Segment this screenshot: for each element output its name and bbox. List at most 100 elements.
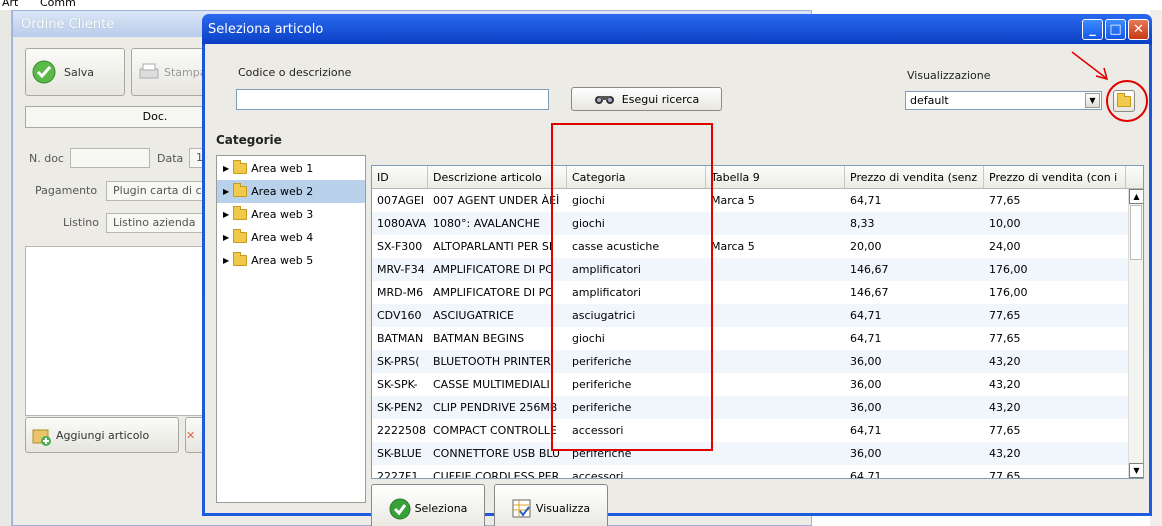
cell-table9 <box>706 465 845 478</box>
background-strip <box>0 10 12 526</box>
cell-description: ALTOPARLANTI PER SI <box>433 240 553 253</box>
scroll-up-icon[interactable]: ▲ <box>1129 189 1143 204</box>
view-select[interactable]: default ▼ <box>905 91 1102 110</box>
doc-number-field[interactable] <box>70 148 150 168</box>
column-header-table9[interactable]: Tabella 9 <box>706 166 845 188</box>
tree-item-area-web-2[interactable]: ▶ Area web 2 <box>217 180 365 203</box>
table-row[interactable]: 2222508 COMPACT CONTROLLE accessori 64,71 77… <box>372 419 1143 442</box>
cell-id: MRV-F34 <box>377 263 425 276</box>
cell-price-net: 64,71 <box>850 332 882 345</box>
cell-price-gross: 43,20 <box>989 355 1021 368</box>
print-button[interactable]: Stampa <box>131 48 211 96</box>
cell-table9 <box>706 281 845 304</box>
table-header: ID Descrizione articolo Categoria Tabell… <box>372 166 1143 189</box>
search-input[interactable] <box>236 89 549 110</box>
view-label: Visualizzazione <box>907 69 991 82</box>
tree-item-area-web-4[interactable]: ▶ Area web 4 <box>217 226 365 249</box>
payment-field[interactable]: Plugin carta di c <box>106 181 211 201</box>
chevron-down-icon[interactable]: ▼ <box>1085 93 1100 108</box>
cell-price-net: 64,71 <box>850 309 882 322</box>
expand-icon[interactable]: ▶ <box>223 233 229 242</box>
cell-description: BLUETOOTH PRINTER <box>433 355 551 368</box>
column-header-price-gross[interactable]: Prezzo di vendita (con i <box>984 166 1126 188</box>
cell-table9 <box>706 396 845 419</box>
cell-table9 <box>706 419 845 442</box>
table-row[interactable]: SX-F300 ALTOPARLANTI PER SI casse acustich… <box>372 235 1143 258</box>
add-item-button[interactable]: Aggiungi articolo <box>25 417 179 453</box>
maximize-icon[interactable]: □ <box>1105 18 1126 40</box>
expand-icon[interactable]: ▶ <box>223 256 229 265</box>
table-row[interactable]: CDV160 ASCIUGATRICE asciugatrici 64,71 77,65 <box>372 304 1143 327</box>
tree-item-label: Area web 4 <box>251 231 314 244</box>
cell-price-gross: 176,00 <box>989 286 1028 299</box>
cell-price-net: 146,67 <box>850 286 889 299</box>
expand-icon[interactable]: ▶ <box>223 210 229 219</box>
binoculars-icon <box>594 96 614 104</box>
column-header-price-net[interactable]: Prezzo di vendita (senz <box>845 166 984 188</box>
folder-icon <box>233 252 248 266</box>
search-label: Codice o descrizione <box>238 66 352 79</box>
tree-item-label: Area web 5 <box>251 254 314 267</box>
folder-button-highlight <box>1106 80 1148 122</box>
cell-description: 007 AGENT UNDER ÀÈÌ <box>433 194 560 207</box>
expand-icon[interactable]: ▶ <box>223 164 229 173</box>
pricelist-field[interactable]: Listino azienda <box>106 213 211 233</box>
tree-item-area-web-5[interactable]: ▶ Area web 5 <box>217 249 365 272</box>
dialog-titlebar: Seleziona articolo _ □ ✕ <box>205 14 1149 44</box>
cell-id: 2227F1 <box>377 470 419 479</box>
cell-id: SK-PEN2 <box>377 401 423 414</box>
table-row[interactable]: BATMAN BATMAN BEGINS giochi 64,71 77,65 <box>372 327 1143 350</box>
minimize-icon[interactable]: _ <box>1082 18 1103 40</box>
background-menubar: Art Comm <box>0 0 1162 10</box>
tree-item-area-web-1[interactable]: ▶ Area web 1 <box>217 157 365 180</box>
select-button[interactable]: Seleziona <box>371 484 485 526</box>
doc-number-label: N. doc <box>29 152 64 165</box>
table-row[interactable]: MRV-F34 AMPLIFICATORE DI PC amplificatori 1… <box>372 258 1143 281</box>
scroll-thumb[interactable] <box>1130 205 1142 260</box>
table-row[interactable]: 2227F1 CUFFIE CORDLESS PER accessori 64,71 7… <box>372 465 1143 479</box>
search-button[interactable]: Esegui ricerca <box>571 87 722 111</box>
cell-description: CONNETTORE USB BLU <box>433 447 560 460</box>
view-select-value: default <box>910 94 949 107</box>
cell-id: CDV160 <box>377 309 422 322</box>
cell-description: 1080°: AVALANCHE <box>433 217 540 230</box>
menu-item[interactable]: Art <box>2 0 18 9</box>
table-row[interactable]: SK-PRS(BLUETOOTH PRINTER periferiche 36,00… <box>372 350 1143 373</box>
table-row[interactable]: SK-SPK- CASSE MULTIMEDIALI periferiche 36,0… <box>372 373 1143 396</box>
cell-description: AMPLIFICATORE DI PC <box>433 263 553 276</box>
expand-icon[interactable]: ▶ <box>223 187 229 196</box>
table-row[interactable]: 1080AVA 1080°: AVALANCHE giochi 8,33 10,00 <box>372 212 1143 235</box>
column-header-id[interactable]: ID <box>372 166 428 188</box>
cell-id: 1080AVA <box>377 217 427 230</box>
cell-id: BATMAN <box>377 332 424 345</box>
view-button[interactable]: Visualizza <box>494 484 608 526</box>
pricelist-label: Listino <box>63 216 99 229</box>
remove-icon: ✕ <box>186 428 196 442</box>
cell-id: SK-SPK- <box>377 378 418 391</box>
cell-id: 2222508 <box>377 424 426 437</box>
close-icon[interactable]: ✕ <box>1128 18 1149 40</box>
scroll-down-icon[interactable]: ▼ <box>1129 463 1143 478</box>
cell-price-gross: 43,20 <box>989 447 1021 460</box>
cell-table9 <box>706 373 845 396</box>
cell-price-net: 64,71 <box>850 424 882 437</box>
table-row[interactable]: 007AGEI 007 AGENT UNDER ÀÈÌ giochi Marca 56… <box>372 189 1143 212</box>
categories-title: Categorie <box>216 133 282 147</box>
table-row[interactable]: MRD-M6 AMPLIFICATORE DI PC amplificatori 14… <box>372 281 1143 304</box>
annotation-arrow-icon <box>1071 51 1109 81</box>
table-scrollbar[interactable]: ▲ ▼ <box>1128 189 1143 478</box>
tree-item-area-web-3[interactable]: ▶ Area web 3 <box>217 203 365 226</box>
cell-description: COMPACT CONTROLLE <box>433 424 557 437</box>
cell-table9 <box>706 304 845 327</box>
cell-table9: Marca 5 <box>711 240 755 253</box>
tree-item-label: Area web 1 <box>251 162 314 175</box>
category-column-highlight <box>551 123 713 451</box>
table-row[interactable]: SK-BLUE CONNETTORE USB BLU periferiche 36,0… <box>372 442 1143 465</box>
folder-icon <box>233 206 248 220</box>
column-header-description[interactable]: Descrizione articolo <box>428 166 567 188</box>
table-row[interactable]: SK-PEN2 CLIP PENDRIVE 256MB periferiche 36,… <box>372 396 1143 419</box>
cell-table9 <box>706 258 845 281</box>
menu-item[interactable]: Comm <box>40 0 76 9</box>
save-button[interactable]: Salva <box>25 48 125 96</box>
tree-item-label: Area web 3 <box>251 208 314 221</box>
